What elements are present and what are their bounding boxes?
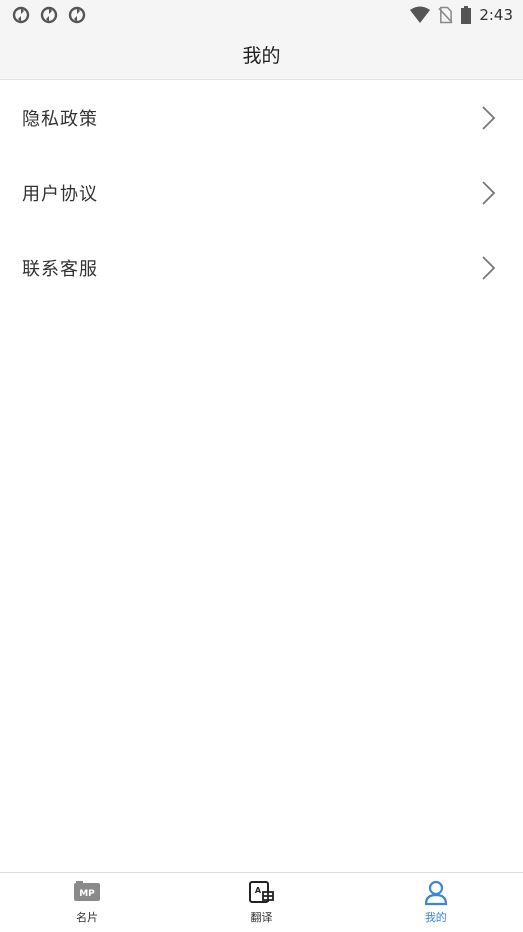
chevron-right-icon [482, 255, 496, 280]
tab-label: 翻译 [250, 911, 273, 924]
user-profile-icon [424, 880, 447, 906]
tab-card[interactable]: MP 名片 [0, 873, 174, 932]
status-left [12, 6, 86, 24]
sync-icon [12, 6, 30, 24]
svg-text:A: A [255, 886, 262, 895]
status-bar: 2:43 [0, 0, 523, 30]
chevron-right-icon [482, 105, 496, 130]
page-title: 我的 [242, 45, 281, 67]
sync-icon [40, 6, 58, 24]
svg-text:MP: MP [79, 889, 95, 899]
app-header: 我的 [0, 30, 523, 80]
tab-label: 我的 [424, 911, 447, 924]
menu-item-contact-support[interactable]: 联系客服 [0, 230, 523, 305]
status-right: 2:43 [410, 6, 513, 24]
bottom-tab-bar: MP 名片 A 翻译 我的 [0, 872, 523, 932]
status-time: 2:43 [479, 6, 513, 24]
tab-mine[interactable]: 我的 [349, 873, 523, 932]
battery-icon [461, 6, 472, 24]
menu-item-user-agreement[interactable]: 用户协议 [0, 155, 523, 230]
menu-item-label: 隐私政策 [22, 108, 98, 130]
no-sim-icon [438, 6, 453, 24]
wifi-icon [410, 6, 431, 23]
menu-item-privacy-policy[interactable]: 隐私政策 [0, 80, 523, 155]
menu-item-label: 联系客服 [22, 258, 98, 280]
translate-icon: A [249, 881, 275, 903]
screen: 2:43 我的 隐私政策 用户协议 联系客服 MP 名片 A 翻译 我的 [0, 0, 523, 932]
menu-item-label: 用户协议 [22, 183, 98, 205]
tab-label: 名片 [76, 911, 99, 924]
chevron-right-icon [482, 180, 496, 205]
tab-translate[interactable]: A 翻译 [174, 873, 348, 932]
menu-list: 隐私政策 用户协议 联系客服 [0, 80, 523, 305]
mp-card-icon: MP [74, 881, 101, 901]
sync-icon [68, 6, 86, 24]
